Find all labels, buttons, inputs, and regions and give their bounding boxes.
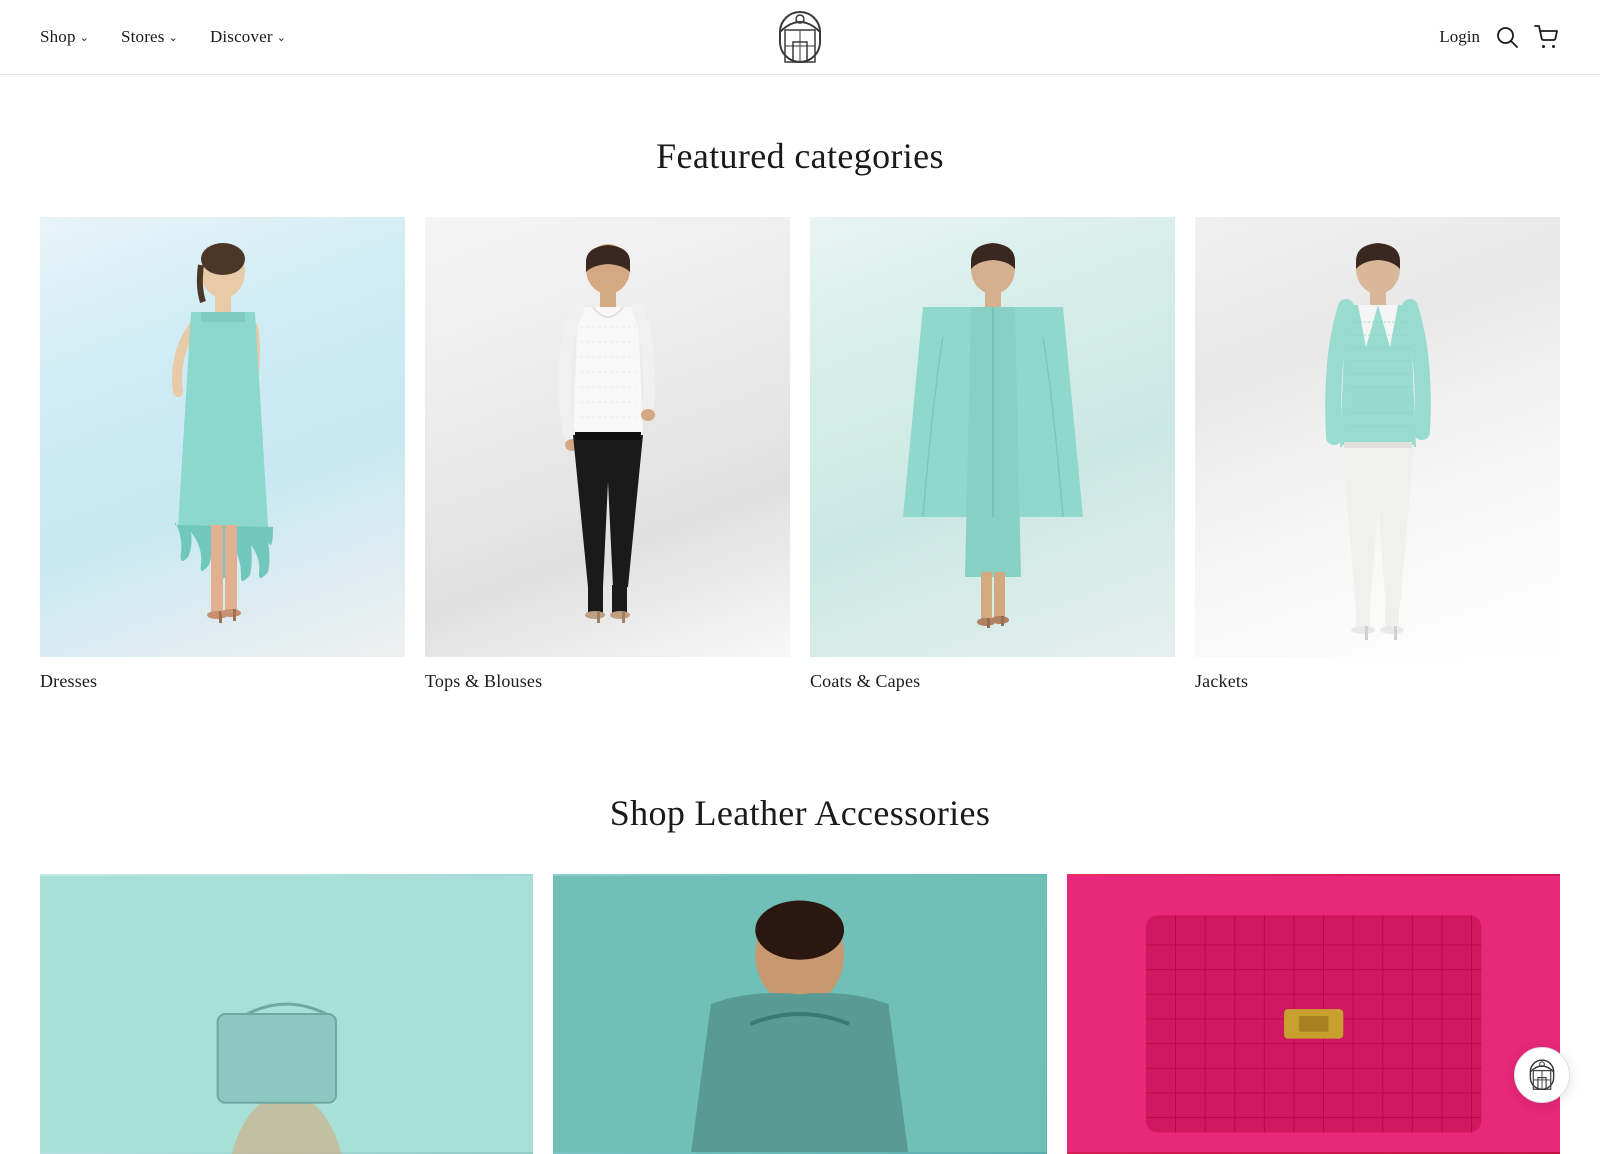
category-label-dresses: Dresses [40, 671, 405, 692]
search-button[interactable] [1496, 26, 1518, 48]
chevron-down-icon: ⌄ [169, 31, 178, 44]
category-image-dresses [40, 217, 405, 657]
chevron-down-icon: ⌄ [277, 31, 286, 44]
nav-shop[interactable]: Shop ⌄ [40, 27, 89, 47]
category-image-coats [810, 217, 1175, 657]
categories-grid: Dresses [40, 217, 1560, 692]
leather-card-1[interactable] [40, 874, 533, 1154]
featured-categories-section: Featured categories [0, 75, 1600, 732]
category-card-coats[interactable]: Coats & Capes [810, 217, 1175, 692]
leather-card-3[interactable] [1067, 874, 1560, 1154]
header: Shop ⌄ Stores ⌄ Discover ⌄ Login [0, 0, 1600, 75]
featured-title: Featured categories [40, 135, 1560, 177]
category-card-dresses[interactable]: Dresses [40, 217, 405, 692]
login-button[interactable]: Login [1439, 27, 1480, 47]
nav-discover-label: Discover [210, 27, 273, 47]
category-label-jackets: Jackets [1195, 671, 1560, 692]
floating-chat-button[interactable] [1514, 1047, 1570, 1103]
category-image-jackets [1195, 217, 1560, 657]
cart-button[interactable] [1534, 25, 1560, 49]
nav-shop-label: Shop [40, 27, 76, 47]
chevron-down-icon: ⌄ [80, 31, 89, 44]
category-card-jackets[interactable]: Jackets [1195, 217, 1560, 692]
logo[interactable] [775, 10, 825, 65]
leather-grid [40, 874, 1560, 1154]
main-content: Featured categories [0, 75, 1600, 1154]
leather-accessories-section: Shop Leather Accessories [0, 732, 1600, 1154]
category-image-tops [425, 217, 790, 657]
nav-stores[interactable]: Stores ⌄ [121, 27, 178, 47]
nav-left: Shop ⌄ Stores ⌄ Discover ⌄ [40, 27, 286, 47]
leather-card-2[interactable] [553, 874, 1046, 1154]
leather-title: Shop Leather Accessories [40, 792, 1560, 834]
category-card-tops[interactable]: Tops & Blouses [425, 217, 790, 692]
category-label-coats: Coats & Capes [810, 671, 1175, 692]
nav-stores-label: Stores [121, 27, 165, 47]
category-label-tops: Tops & Blouses [425, 671, 790, 692]
nav-right: Login [1439, 25, 1560, 49]
nav-discover[interactable]: Discover ⌄ [210, 27, 286, 47]
